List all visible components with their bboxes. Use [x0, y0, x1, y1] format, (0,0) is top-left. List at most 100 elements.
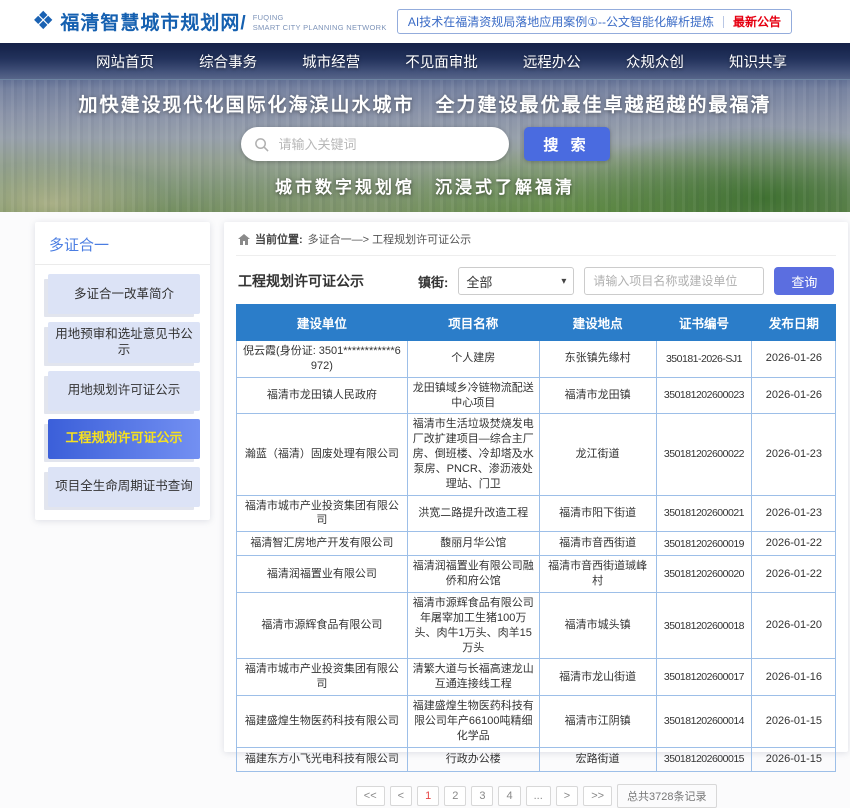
table-row[interactable]: 倪云霞(身份证: 3501************6972)个人建房东张镇先缘村…	[237, 341, 836, 378]
table-cell: 福清市城市产业投资集团有限公司	[237, 495, 408, 532]
table-cell: 福清市江阴镇	[539, 696, 656, 748]
breadcrumb: 当前位置: 多证合一—> 工程规划许可证公示	[236, 222, 836, 256]
page-button-2[interactable]: 2	[444, 786, 466, 806]
search-icon	[254, 137, 269, 152]
table-cell: 2026-01-23	[752, 414, 836, 495]
query-button[interactable]: 查询	[774, 267, 834, 295]
table-cell: 倪云霞(身份证: 3501************6972)	[237, 341, 408, 378]
nav-item-5[interactable]: 远程办公	[523, 51, 581, 72]
table-header-cell-5: 发布日期	[752, 305, 836, 341]
table-row[interactable]: 福清润福置业有限公司福清润福置业有限公司融侨和府公馆福清市音西街道珹峰村3501…	[237, 556, 836, 593]
table-cell: 福清智汇房地产开发有限公司	[237, 532, 408, 556]
table-header-row: 建设单位项目名称建设地点证书编号发布日期	[237, 305, 836, 341]
table-cell: 福建盛煌生物医药科技有限公司	[237, 696, 408, 748]
table-row[interactable]: 福清市源辉食品有限公司福清市源辉食品有限公司年屠宰加工生猪100万头、肉牛1万头…	[237, 592, 836, 658]
digital-hall-link[interactable]: 城市数字规划馆 沉浸式了解福清	[0, 173, 850, 198]
table-row[interactable]: 瀚蓝（福清）固废处理有限公司福清市生活垃圾焚烧发电厂改扩建项目—综合主厂房、倒班…	[237, 414, 836, 495]
page-button-4[interactable]: 4	[498, 786, 520, 806]
township-select-value: 全部	[466, 272, 492, 291]
sidebar-menu: 多证合一改革简介用地预审和选址意见书公示用地规划许可证公示工程规划许可证公示项目…	[35, 265, 210, 507]
page-button-1[interactable]: 1	[417, 786, 439, 806]
prev-page-button[interactable]: <	[390, 786, 412, 806]
table-cell: 福清市源辉食品有限公司	[237, 592, 408, 658]
breadcrumb-path[interactable]: 多证合一—> 工程规划许可证公示	[308, 231, 471, 247]
table-cell: 350181202600020	[656, 556, 752, 593]
table-cell: 福清市龙田镇	[539, 377, 656, 414]
table-cell: 福建盛煌生物医药科技有限公司年产66100吨精细化学品	[407, 696, 539, 748]
table-cell: 350181202600019	[656, 532, 752, 556]
hero-slogan: 加快建设现代化国际化海滨山水城市 全力建设最优最佳卓越超越的最福清	[0, 90, 850, 117]
first-page-button[interactable]: <<	[356, 786, 385, 806]
table-cell: 福清市音西街道珹峰村	[539, 556, 656, 593]
nav-item-6[interactable]: 众规众创	[626, 51, 684, 72]
site-logo[interactable]: ❖ 福清智慧城市规划网/ FUQING SMART CITY PLANNING …	[32, 8, 387, 35]
home-icon	[238, 234, 250, 245]
table-cell: 2026-01-26	[752, 377, 836, 414]
table-cell: 东张镇先缘村	[539, 341, 656, 378]
table-cell: 馥丽月华公馆	[407, 532, 539, 556]
page-body: 多证合一 多证合一改革简介用地预审和选址意见书公示用地规划许可证公示工程规划许可…	[0, 212, 850, 752]
table-cell: 龙江街道	[539, 414, 656, 495]
table-row[interactable]: 福清市城市产业投资集团有限公司清繁大道与长福高速龙山互通连接线工程福清市龙山街道…	[237, 659, 836, 696]
chevron-down-icon: ▾	[561, 276, 566, 287]
sidebar-item-3[interactable]: 用地规划许可证公示	[48, 371, 200, 411]
nav-item-7[interactable]: 知识共享	[729, 51, 787, 72]
table-cell: 福清市阳下街道	[539, 495, 656, 532]
latest-news-link[interactable]: 最新公告	[733, 13, 781, 30]
sidebar-item-5[interactable]: 项目全生命周期证书查询	[48, 467, 200, 507]
table-cell: 龙田镇域乡冷链物流配送中心项目	[407, 377, 539, 414]
page-button-3[interactable]: 3	[471, 786, 493, 806]
table-row[interactable]: 福清市龙田镇人民政府龙田镇域乡冷链物流配送中心项目福清市龙田镇350181202…	[237, 377, 836, 414]
nav-item-2[interactable]: 综合事务	[199, 51, 257, 72]
hero-banner: 网站首页 综合事务 城市经营 不见面审批 远程办公 众规众创 知识共享 加快建设现代化国际化…	[0, 43, 850, 212]
table-cell: 福清市源辉食品有限公司年屠宰加工生猪100万头、肉牛1万头、肉羊15万头	[407, 592, 539, 658]
table-cell: 清繁大道与长福高速龙山互通连接线工程	[407, 659, 539, 696]
table-row[interactable]: 福建盛煌生物医药科技有限公司福建盛煌生物医药科技有限公司年产66100吨精细化学…	[237, 696, 836, 748]
site-subtitle-line1: FUQING	[253, 13, 387, 23]
divider	[723, 16, 724, 28]
nav-item-1[interactable]: 网站首页	[96, 51, 154, 72]
last-page-button[interactable]: >>	[583, 786, 612, 806]
table-header-cell-2: 项目名称	[407, 305, 539, 341]
table-cell: 宏路街道	[539, 747, 656, 771]
breadcrumb-prefix: 当前位置:	[255, 231, 303, 247]
table-cell: 福清市生活垃圾焚烧发电厂改扩建项目—综合主厂房、倒班楼、冷却塔及水泵房、PNCR…	[407, 414, 539, 495]
table-cell: 福建东方小飞光电科技有限公司	[237, 747, 408, 771]
page-ellipsis[interactable]: ...	[526, 786, 551, 806]
table-cell: 福清市城头镇	[539, 592, 656, 658]
table-cell: 350181202600018	[656, 592, 752, 658]
sidebar: 多证合一 多证合一改革简介用地预审和选址意见书公示用地规划许可证公示工程规划许可…	[35, 222, 210, 520]
table-row[interactable]: 福建东方小飞光电科技有限公司行政办公楼宏路街道35018120260001520…	[237, 747, 836, 771]
table-cell: 350181202600022	[656, 414, 752, 495]
township-select[interactable]: 全部 ▾	[458, 267, 574, 295]
sidebar-item-2[interactable]: 用地预审和选址意见书公示	[48, 322, 200, 363]
sidebar-item-1[interactable]: 多证合一改革简介	[48, 274, 200, 314]
township-label: 镇街:	[418, 272, 448, 291]
pagination: <<<1234...>>>总共3728条记录	[236, 784, 836, 808]
site-title: 福清智慧城市规划网/	[60, 8, 246, 35]
table-cell: 个人建房	[407, 341, 539, 378]
table-cell: 洪宽二路提升改造工程	[407, 495, 539, 532]
next-page-button[interactable]: >	[556, 786, 578, 806]
hero-search-row: 搜 索	[0, 127, 850, 161]
search-input[interactable]	[277, 136, 496, 153]
project-search-input[interactable]	[584, 267, 764, 295]
table-cell: 350181202600015	[656, 747, 752, 771]
table-cell: 瀚蓝（福清）固废处理有限公司	[237, 414, 408, 495]
nav-item-4[interactable]: 不见面审批	[405, 51, 478, 72]
sidebar-item-4[interactable]: 工程规划许可证公示	[48, 419, 200, 459]
table-cell: 福清市龙田镇人民政府	[237, 377, 408, 414]
sidebar-title: 多证合一	[35, 222, 210, 265]
total-records: 总共3728条记录	[617, 784, 716, 808]
table-cell: 350181202600014	[656, 696, 752, 748]
table-row[interactable]: 福清市城市产业投资集团有限公司洪宽二路提升改造工程福清市阳下街道35018120…	[237, 495, 836, 532]
table-row[interactable]: 福清智汇房地产开发有限公司馥丽月华公馆福清市音西街道35018120260001…	[237, 532, 836, 556]
nav-item-3[interactable]: 城市经营	[302, 51, 360, 72]
search-button[interactable]: 搜 索	[524, 127, 610, 161]
announcement-link[interactable]: AI技术在福清资规局落地应用案例①--公文智能化解析提炼	[408, 13, 714, 30]
table-cell: 福清市龙山街道	[539, 659, 656, 696]
top-header: ❖ 福清智慧城市规划网/ FUQING SMART CITY PLANNING …	[0, 0, 850, 43]
filter-row: 工程规划许可证公示 镇街: 全部 ▾ 查询	[236, 256, 836, 304]
table-cell: 350181202600021	[656, 495, 752, 532]
table-cell: 350181-2026-SJ1	[656, 341, 752, 378]
